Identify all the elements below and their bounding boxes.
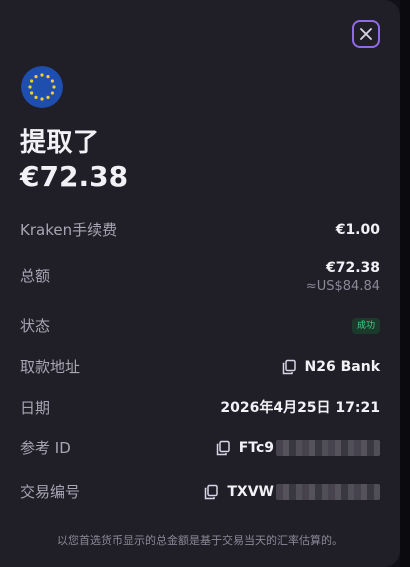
total-label: 总额	[20, 267, 51, 285]
transaction-value-group: TXVW	[203, 482, 380, 502]
date-row: 日期 2026年4月25日 17:21	[20, 398, 380, 418]
status-row: 状态 成功	[20, 316, 380, 336]
method-value: N26 Bank	[304, 359, 380, 375]
reference-label: 参考 ID	[20, 439, 71, 457]
date-label: 日期	[20, 399, 51, 417]
total-usd-value: ≈US$84.84	[305, 279, 380, 294]
exchange-rate-note: 以您首选货币显示的总金额是基于交易当天的汇率估算的。	[57, 534, 343, 547]
fee-row: Kraken手续费 €1.00	[20, 220, 380, 240]
reference-value: FTc9	[238, 440, 274, 456]
copy-icon[interactable]	[215, 440, 231, 456]
date-value: 2026年4月25日 17:21	[220, 400, 380, 416]
close-icon	[360, 28, 372, 40]
status-label: 状态	[20, 317, 51, 335]
method-value-group: N26 Bank	[281, 357, 380, 377]
redacted-transaction-id	[276, 484, 380, 500]
transaction-row: 交易编号 TXVW	[20, 482, 380, 502]
method-row: 取款地址 N26 Bank	[20, 357, 380, 377]
copy-icon[interactable]	[281, 359, 297, 375]
copy-icon[interactable]	[203, 484, 219, 500]
page-title: 提取了	[20, 128, 100, 158]
transaction-value: TXVW	[227, 484, 274, 500]
redacted-reference	[276, 440, 380, 456]
fee-value: €1.00	[335, 222, 380, 238]
withdrawal-detail-panel: 提取了 €72.38 Kraken手续费 €1.00 总额 €72.38 ≈US…	[0, 0, 400, 567]
transaction-label: 交易编号	[20, 483, 81, 501]
status-badge: 成功	[351, 318, 380, 334]
total-value: €72.38	[325, 260, 380, 276]
eu-flag-icon	[21, 66, 63, 108]
close-button[interactable]	[352, 20, 380, 48]
withdrawal-amount: €72.38	[20, 160, 129, 193]
reference-row: 参考 ID FTc9	[20, 438, 380, 458]
method-label: 取款地址	[20, 358, 81, 376]
reference-value-group: FTc9	[215, 438, 380, 458]
background-edge	[400, 0, 410, 567]
total-row: 总额 €72.38 ≈US$84.84	[20, 258, 380, 296]
fee-label: Kraken手续费	[20, 221, 118, 239]
total-values: €72.38 ≈US$84.84	[306, 258, 380, 296]
